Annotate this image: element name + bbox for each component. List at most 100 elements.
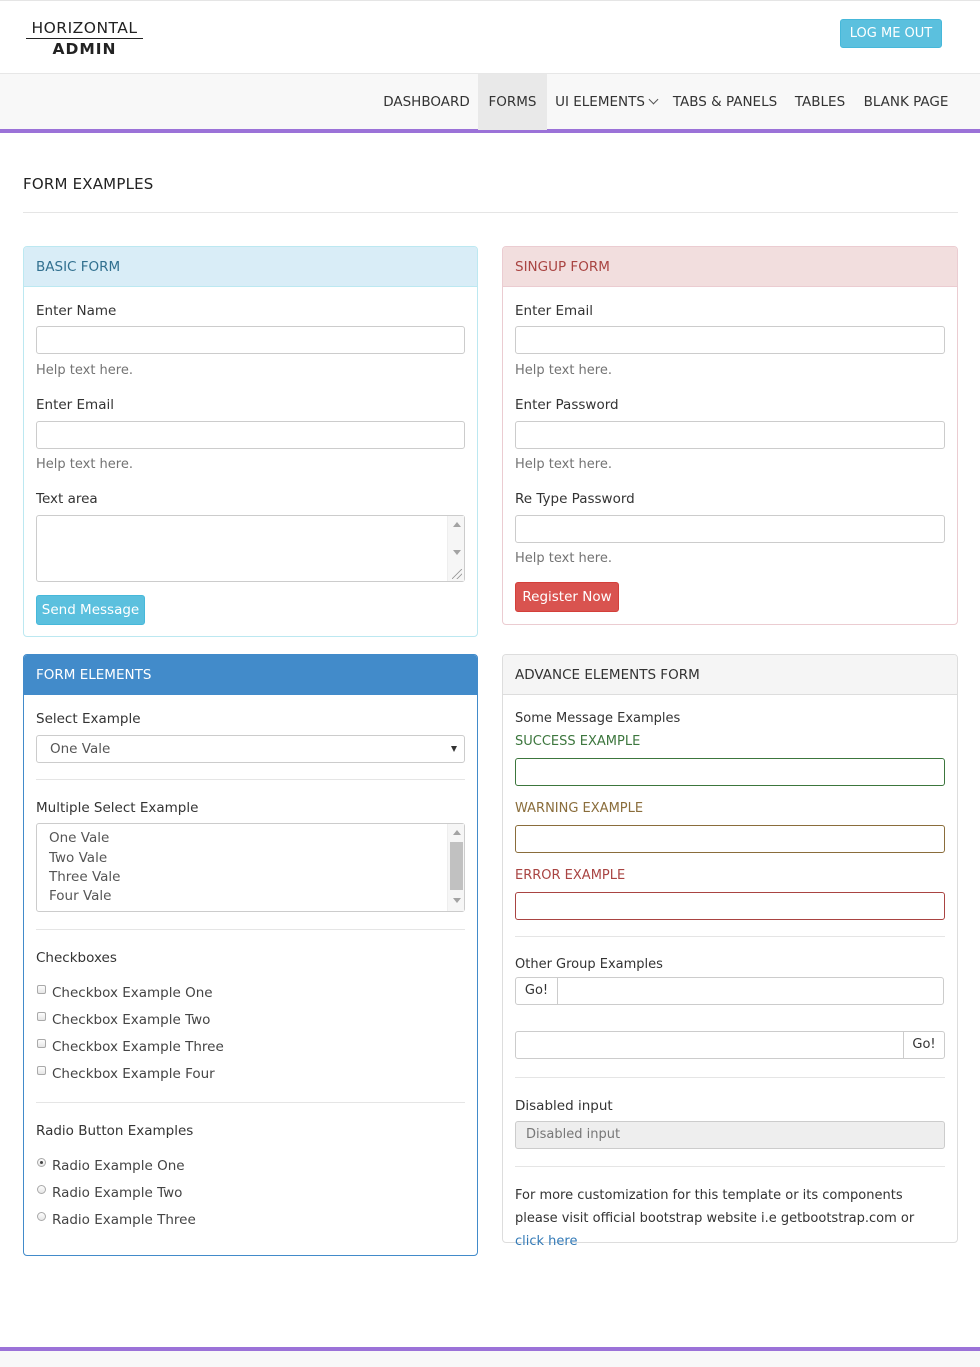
nav-dashboard-label: DASHBOARD	[383, 94, 470, 110]
retype-password-help: Help text here.	[515, 551, 612, 566]
nav-tables[interactable]: TABLES	[786, 74, 854, 130]
select-example[interactable]: One Vale	[36, 735, 465, 763]
checkbox[interactable]	[37, 1039, 46, 1048]
go-right-button[interactable]: Go!	[903, 1031, 945, 1059]
messages-heading: Some Message Examples	[515, 711, 681, 726]
nav-tabs-panels[interactable]: TABS & PANELS	[666, 74, 784, 130]
email-label: Enter Email	[36, 397, 114, 413]
resize-grip-icon[interactable]	[452, 569, 462, 579]
form-elements-title: FORM ELEMENTS	[24, 655, 477, 695]
multi-select-scrollbar[interactable]	[447, 824, 464, 911]
divider	[36, 929, 465, 930]
nav-forms-label: FORMS	[488, 94, 537, 110]
multi-option[interactable]: Three Vale	[49, 869, 120, 885]
register-now-button[interactable]: Register Now	[515, 582, 619, 612]
radio-label[interactable]: Radio Example One	[52, 1158, 185, 1174]
signup-form-title: SINGUP FORM	[503, 247, 957, 287]
brand-line1: HORIZONTAL	[26, 19, 143, 39]
nav-dashboard[interactable]: DASHBOARD	[376, 74, 477, 130]
nav-tables-label: TABLES	[794, 94, 846, 110]
divider	[515, 936, 945, 937]
signup-email-label: Enter Email	[515, 303, 593, 319]
radio-button-selected[interactable]	[37, 1158, 46, 1167]
checkbox-label[interactable]: Checkbox Example Three	[52, 1039, 224, 1055]
top-header: HORIZONTAL ADMIN LOG ME OUT	[0, 0, 980, 73]
basic-form-title: BASIC FORM	[24, 247, 477, 287]
scroll-down-icon[interactable]	[453, 898, 461, 903]
divider	[36, 779, 465, 780]
brand-logo[interactable]: HORIZONTAL ADMIN	[26, 19, 143, 59]
select-value: One Vale	[50, 741, 111, 757]
radio-label[interactable]: Radio Example Three	[52, 1212, 196, 1228]
checkboxes-heading: Checkboxes	[36, 950, 117, 966]
signup-email-help: Help text here.	[515, 363, 612, 378]
checkbox-label[interactable]: Checkbox Example One	[52, 985, 213, 1001]
signup-email-input[interactable]	[515, 326, 945, 354]
password-input[interactable]	[515, 421, 945, 449]
divider	[515, 1166, 945, 1167]
disabled-label: Disabled input	[515, 1098, 613, 1114]
nav-blank-page[interactable]: BLANK PAGE	[856, 74, 956, 130]
nav-forms[interactable]: FORMS	[478, 74, 547, 130]
scroll-up-icon[interactable]	[453, 522, 461, 527]
radio-label[interactable]: Radio Example Two	[52, 1185, 182, 1201]
chevron-down-icon	[648, 94, 659, 105]
page-title: FORM EXAMPLES	[23, 175, 154, 193]
advance-form-title: ADVANCE ELEMENTS FORM	[503, 655, 957, 695]
checkbox-label[interactable]: Checkbox Example Two	[52, 1012, 210, 1028]
group-heading: Other Group Examples	[515, 957, 663, 972]
customization-note: For more customization for this template…	[515, 1184, 945, 1253]
retype-password-input[interactable]	[515, 515, 945, 543]
email-input[interactable]	[36, 421, 465, 449]
radio-button[interactable]	[37, 1185, 46, 1194]
checkbox[interactable]	[37, 1012, 46, 1021]
name-help-text: Help text here.	[36, 363, 133, 378]
group-right-input[interactable]	[515, 1031, 904, 1059]
name-label: Enter Name	[36, 303, 117, 319]
scroll-down-icon[interactable]	[453, 550, 461, 555]
click-here-link[interactable]: click here	[515, 1234, 577, 1249]
checkbox-label[interactable]: Checkbox Example Four	[52, 1066, 215, 1082]
scrollbar-thumb[interactable]	[450, 842, 463, 890]
checkbox[interactable]	[37, 985, 46, 994]
warning-input[interactable]	[515, 825, 945, 853]
note-text: For more customization for this template…	[515, 1188, 915, 1226]
scroll-up-icon[interactable]	[453, 830, 461, 835]
name-input[interactable]	[36, 326, 465, 354]
select-arrow-icon	[451, 746, 457, 752]
brand-line2: ADMIN	[52, 40, 117, 58]
error-input[interactable]	[515, 892, 945, 920]
disabled-input: Disabled input	[515, 1121, 945, 1149]
multi-select-label: Multiple Select Example	[36, 800, 199, 816]
error-label: ERROR EXAMPLE	[515, 868, 626, 883]
logout-button[interactable]: LOG ME OUT	[840, 19, 942, 48]
send-message-button[interactable]: Send Message	[36, 595, 145, 625]
checkbox[interactable]	[37, 1066, 46, 1075]
form-elements-panel: FORM ELEMENTS Select Example One Vale Mu…	[23, 654, 478, 1256]
group-left-input[interactable]	[557, 977, 944, 1005]
main-nav: DASHBOARD FORMS UI ELEMENTS TABS & PANEL…	[0, 73, 980, 133]
basic-form-panel: BASIC FORM Enter Name Help text here. En…	[23, 246, 478, 637]
multi-option[interactable]: Four Vale	[49, 888, 111, 904]
multi-option[interactable]: One Vale	[49, 830, 109, 846]
radio-button[interactable]	[37, 1212, 46, 1221]
success-input[interactable]	[515, 758, 945, 786]
success-label: SUCCESS EXAMPLE	[515, 734, 641, 749]
advance-form-panel: ADVANCE ELEMENTS FORM Some Message Examp…	[502, 654, 958, 1249]
multi-option[interactable]: Two Vale	[49, 850, 107, 866]
nav-tabs-panels-label: TABS & PANELS	[672, 94, 778, 110]
divider	[36, 1102, 465, 1103]
select-label: Select Example	[36, 711, 141, 727]
nav-blank-page-label: BLANK PAGE	[863, 94, 949, 110]
divider	[515, 1077, 945, 1078]
textarea-scrollbar[interactable]	[447, 516, 464, 581]
password-label: Enter Password	[515, 397, 619, 413]
go-left-button[interactable]: Go!	[515, 977, 558, 1005]
message-textarea[interactable]	[36, 515, 465, 582]
nav-ui-elements[interactable]: UI ELEMENTS	[548, 74, 664, 130]
password-help: Help text here.	[515, 457, 612, 472]
warning-label: WARNING EXAMPLE	[515, 801, 644, 816]
signup-form-panel: SINGUP FORM Enter Email Help text here. …	[502, 246, 958, 625]
multi-select[interactable]: One Vale Two Vale Three Vale Four Vale	[36, 823, 465, 912]
title-divider	[23, 212, 958, 213]
